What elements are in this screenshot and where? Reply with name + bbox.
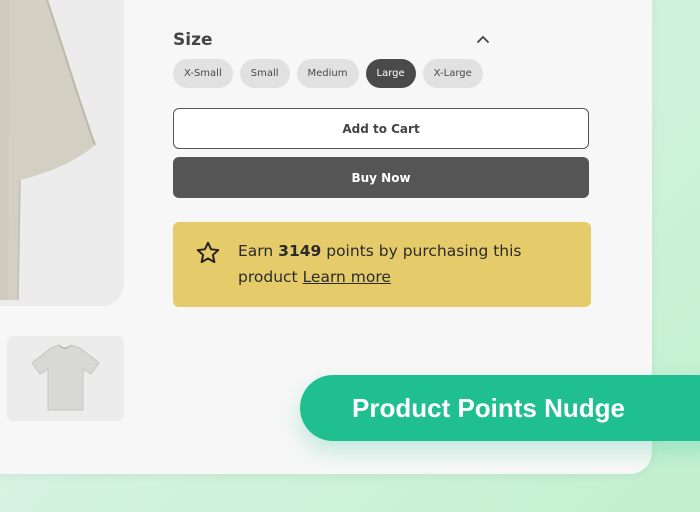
points-prefix: Earn	[238, 242, 274, 260]
points-message: Earn 3149 points by purchasing this prod…	[238, 238, 568, 290]
size-options: X-Small Small Medium Large X-Large	[173, 59, 483, 88]
star-icon	[196, 241, 220, 264]
size-option-large[interactable]: Large	[365, 59, 416, 88]
tshirt-thumbnail-image	[31, 344, 100, 411]
product-thumbnail-tshirt[interactable]	[7, 336, 124, 421]
buy-now-button[interactable]: Buy Now	[173, 157, 589, 198]
banner-title: Product Points Nudge	[352, 393, 625, 423]
size-option-small[interactable]: Small	[239, 59, 290, 88]
feature-banner: Product Points Nudge	[300, 375, 700, 441]
product-main-image	[0, 0, 124, 306]
tshirt-image	[0, 0, 96, 301]
size-option-x-large[interactable]: X-Large	[422, 59, 483, 88]
size-option-medium[interactable]: Medium	[296, 59, 359, 88]
size-option-x-small[interactable]: X-Small	[173, 59, 233, 88]
points-value: 3149	[278, 242, 322, 260]
points-nudge-box: Earn 3149 points by purchasing this prod…	[173, 222, 591, 307]
size-label: Size	[173, 30, 213, 50]
learn-more-link[interactable]: Learn more	[303, 268, 391, 286]
chevron-up-icon[interactable]	[475, 32, 491, 48]
add-to-cart-button[interactable]: Add to Cart	[173, 108, 589, 149]
